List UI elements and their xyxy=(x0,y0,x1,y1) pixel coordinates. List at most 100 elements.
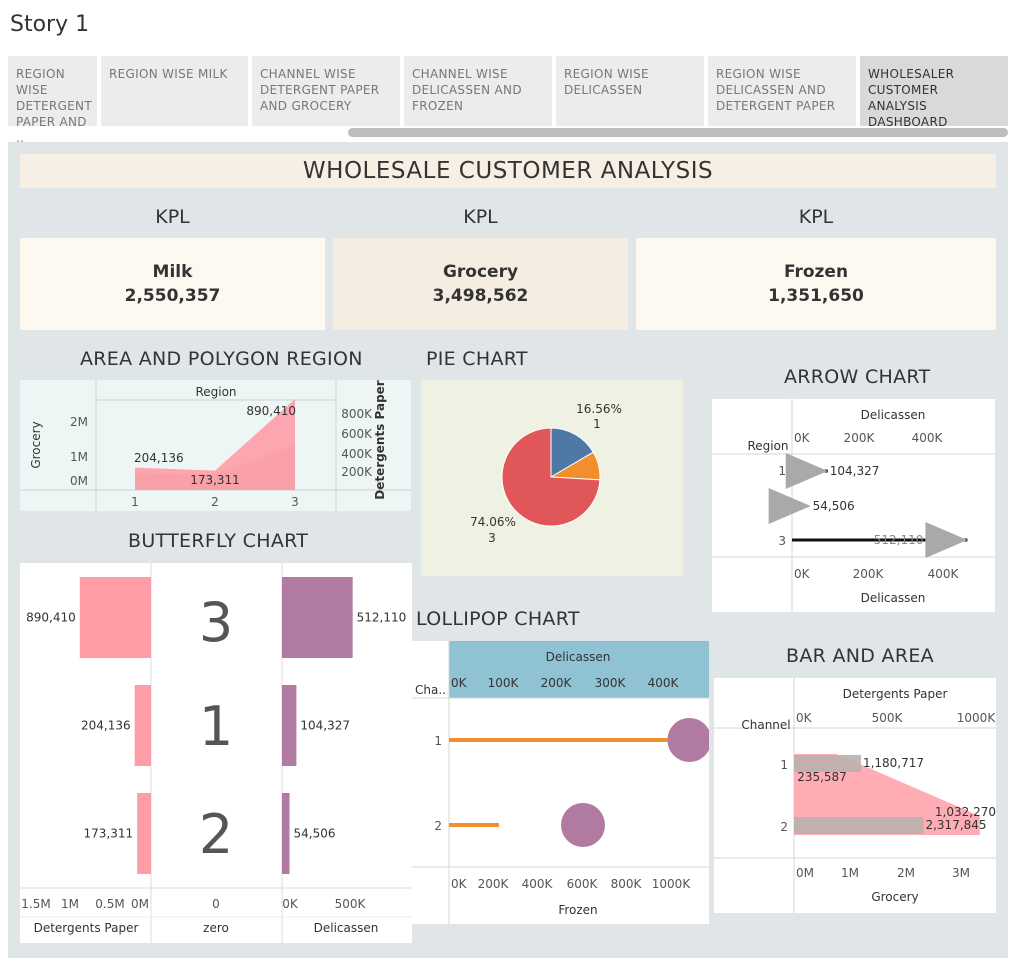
kpi-name: Grocery xyxy=(442,262,519,282)
x-tick: 400K xyxy=(648,676,680,690)
x-tick: 0K xyxy=(794,567,811,581)
lollipop-head xyxy=(561,803,605,847)
pie-chart-title: PIE CHART xyxy=(426,348,528,370)
tab-channel-wise-detergent-grocery[interactable]: CHANNEL WISE DETERGENT PAPER AND GROCERY xyxy=(252,56,400,126)
kpi-card-grocery: Grocery 3,498,562 xyxy=(333,238,628,330)
kpi-header-milk: KPL xyxy=(155,206,190,228)
detergents-header: Detergents Paper xyxy=(843,687,948,701)
x-tick: 2 xyxy=(211,495,219,509)
x-tick: 200K xyxy=(844,431,876,445)
pie-label-pct: 74.06% xyxy=(470,515,516,529)
row-label: 1 xyxy=(778,464,786,478)
x-tick: 800K xyxy=(611,877,643,891)
data-label: 173,311 xyxy=(190,473,240,487)
delicassen-header: Delicassen xyxy=(861,408,926,422)
x-tick: 1000K xyxy=(957,711,996,725)
region-number: 1 xyxy=(199,695,233,758)
data-label: 173,311 xyxy=(84,827,134,841)
kpi-header-grocery: KPL xyxy=(463,206,498,228)
x-tick: 0K xyxy=(282,897,299,911)
kpi-name: Milk xyxy=(152,262,193,282)
lollipop-chart-title: LOLLIPOP CHART xyxy=(416,608,580,630)
kpi-card-milk: Milk 2,550,357 xyxy=(20,238,325,330)
x-tick: 0K xyxy=(451,877,468,891)
row-label: 1 xyxy=(434,734,442,748)
delicassen-bar xyxy=(282,685,297,766)
x-tick: 300K xyxy=(595,676,627,690)
kpi-value: 2,550,357 xyxy=(124,286,221,306)
row-label: 3 xyxy=(778,534,786,548)
y2-tick: 600K xyxy=(341,427,373,441)
x-tick: 0 xyxy=(212,897,220,911)
delicassen-axis-label: Delicassen xyxy=(861,591,926,605)
frozen-axis-label: Frozen xyxy=(558,903,597,917)
detergents-bar xyxy=(137,793,151,874)
data-label: 54,506 xyxy=(813,499,855,513)
x-tick: 1M xyxy=(61,897,79,911)
x-tick: 600K xyxy=(567,877,599,891)
x-tick: 1 xyxy=(131,495,139,509)
pie-label-region: 1 xyxy=(593,417,601,431)
data-label: 204,136 xyxy=(134,451,184,465)
kpi-value: 3,498,562 xyxy=(432,286,529,306)
region-header: Region xyxy=(195,385,236,399)
tab-wholesaler-dashboard[interactable]: WHOLESALER CUSTOMER ANALYSIS DASHBOARD xyxy=(860,56,1008,129)
data-label: 1,032,270 xyxy=(935,805,996,819)
y2-tick: 200K xyxy=(341,465,373,479)
delicassen-bar xyxy=(282,793,290,874)
pie-label-region: 3 xyxy=(488,531,496,545)
tab-region-wise-milk[interactable]: REGION WISE MILK xyxy=(101,56,248,126)
arrow-chart-title: ARROW CHART xyxy=(784,366,931,388)
kpi-value: 1,351,650 xyxy=(768,286,864,306)
tab-region-wise-delicassen-detergent[interactable]: REGION WISE DELICASSEN AND DETERGENT PAP… xyxy=(708,56,856,126)
butterfly-chart: 890,410 204,136 173,311 512,110 104,327 54,50… xyxy=(20,563,412,943)
tab-region-wise-delicassen[interactable]: REGION WISE DELICASSEN xyxy=(556,56,704,126)
story-title: Story 1 xyxy=(10,12,90,37)
bar-area-chart: Detergents Paper Channel 0K 500K 1000K 1… xyxy=(714,678,996,913)
data-label: 890,410 xyxy=(26,611,76,625)
x-tick: 200K xyxy=(853,567,885,581)
x-tick: 500K xyxy=(872,711,904,725)
row-label: 2 xyxy=(434,819,442,833)
data-label: 54,506 xyxy=(294,827,336,841)
data-label: 2,317,845 xyxy=(925,818,986,832)
dashboard-title: WHOLESALE CUSTOMER ANALYSIS xyxy=(20,154,996,188)
data-label: 204,136 xyxy=(81,719,131,733)
area-polygon-chart: Region Grocery 2M 1M 0M 800K 600K 400K 2… xyxy=(20,380,411,511)
x-tick: 0.5M xyxy=(95,897,124,911)
x-tick: 400K xyxy=(912,431,944,445)
y2-tick: 400K xyxy=(341,447,373,461)
delicassen-bar xyxy=(282,577,353,658)
x-tick: 200K xyxy=(541,676,573,690)
detergents-axis-label: Detergents Paper xyxy=(373,380,387,500)
data-label: 512,110 xyxy=(874,533,924,547)
tab-scrollbar[interactable] xyxy=(348,128,1008,137)
grocery-axis-label: Grocery xyxy=(871,890,918,904)
pie-marks xyxy=(501,427,601,527)
x-tick: 200K xyxy=(478,877,510,891)
x-tick: 3M xyxy=(952,866,970,880)
delicassen-axis-label: Delicassen xyxy=(314,921,379,935)
y-tick: 1M xyxy=(70,450,88,464)
arrow-chart: Delicassen Region 0K 200K 400K 1 2 3 104… xyxy=(712,399,995,612)
detergents-bar xyxy=(134,685,151,766)
channel-header: Channel xyxy=(741,718,790,732)
tab-region-wise-detergent[interactable]: REGION WISE DETERGENT PAPER AND .. xyxy=(8,56,97,145)
area-chart-title: AREA AND POLYGON REGION xyxy=(80,348,363,370)
x-tick: 0K xyxy=(796,711,813,725)
data-label: 104,327 xyxy=(830,464,880,478)
x-tick: 0M xyxy=(796,866,814,880)
y-tick: 0M xyxy=(70,474,88,488)
tab-channel-wise-delicassen-frozen[interactable]: CHANNEL WISE DELICASSEN AND FROZEN xyxy=(404,56,552,126)
x-tick: 3 xyxy=(291,495,299,509)
grocery-axis-label: Grocery xyxy=(29,421,43,468)
data-label: 235,587 xyxy=(797,770,847,784)
region-number: 3 xyxy=(199,591,233,654)
y2-tick: 800K xyxy=(341,407,373,421)
kpi-card-frozen: Frozen 1,351,650 xyxy=(636,238,996,330)
data-label: 1,180,717 xyxy=(863,756,924,770)
x-tick: 100K xyxy=(488,676,520,690)
bar-area-chart-title: BAR AND AREA xyxy=(786,645,934,667)
row-label: 2 xyxy=(780,820,788,834)
x-tick: 400K xyxy=(522,877,554,891)
